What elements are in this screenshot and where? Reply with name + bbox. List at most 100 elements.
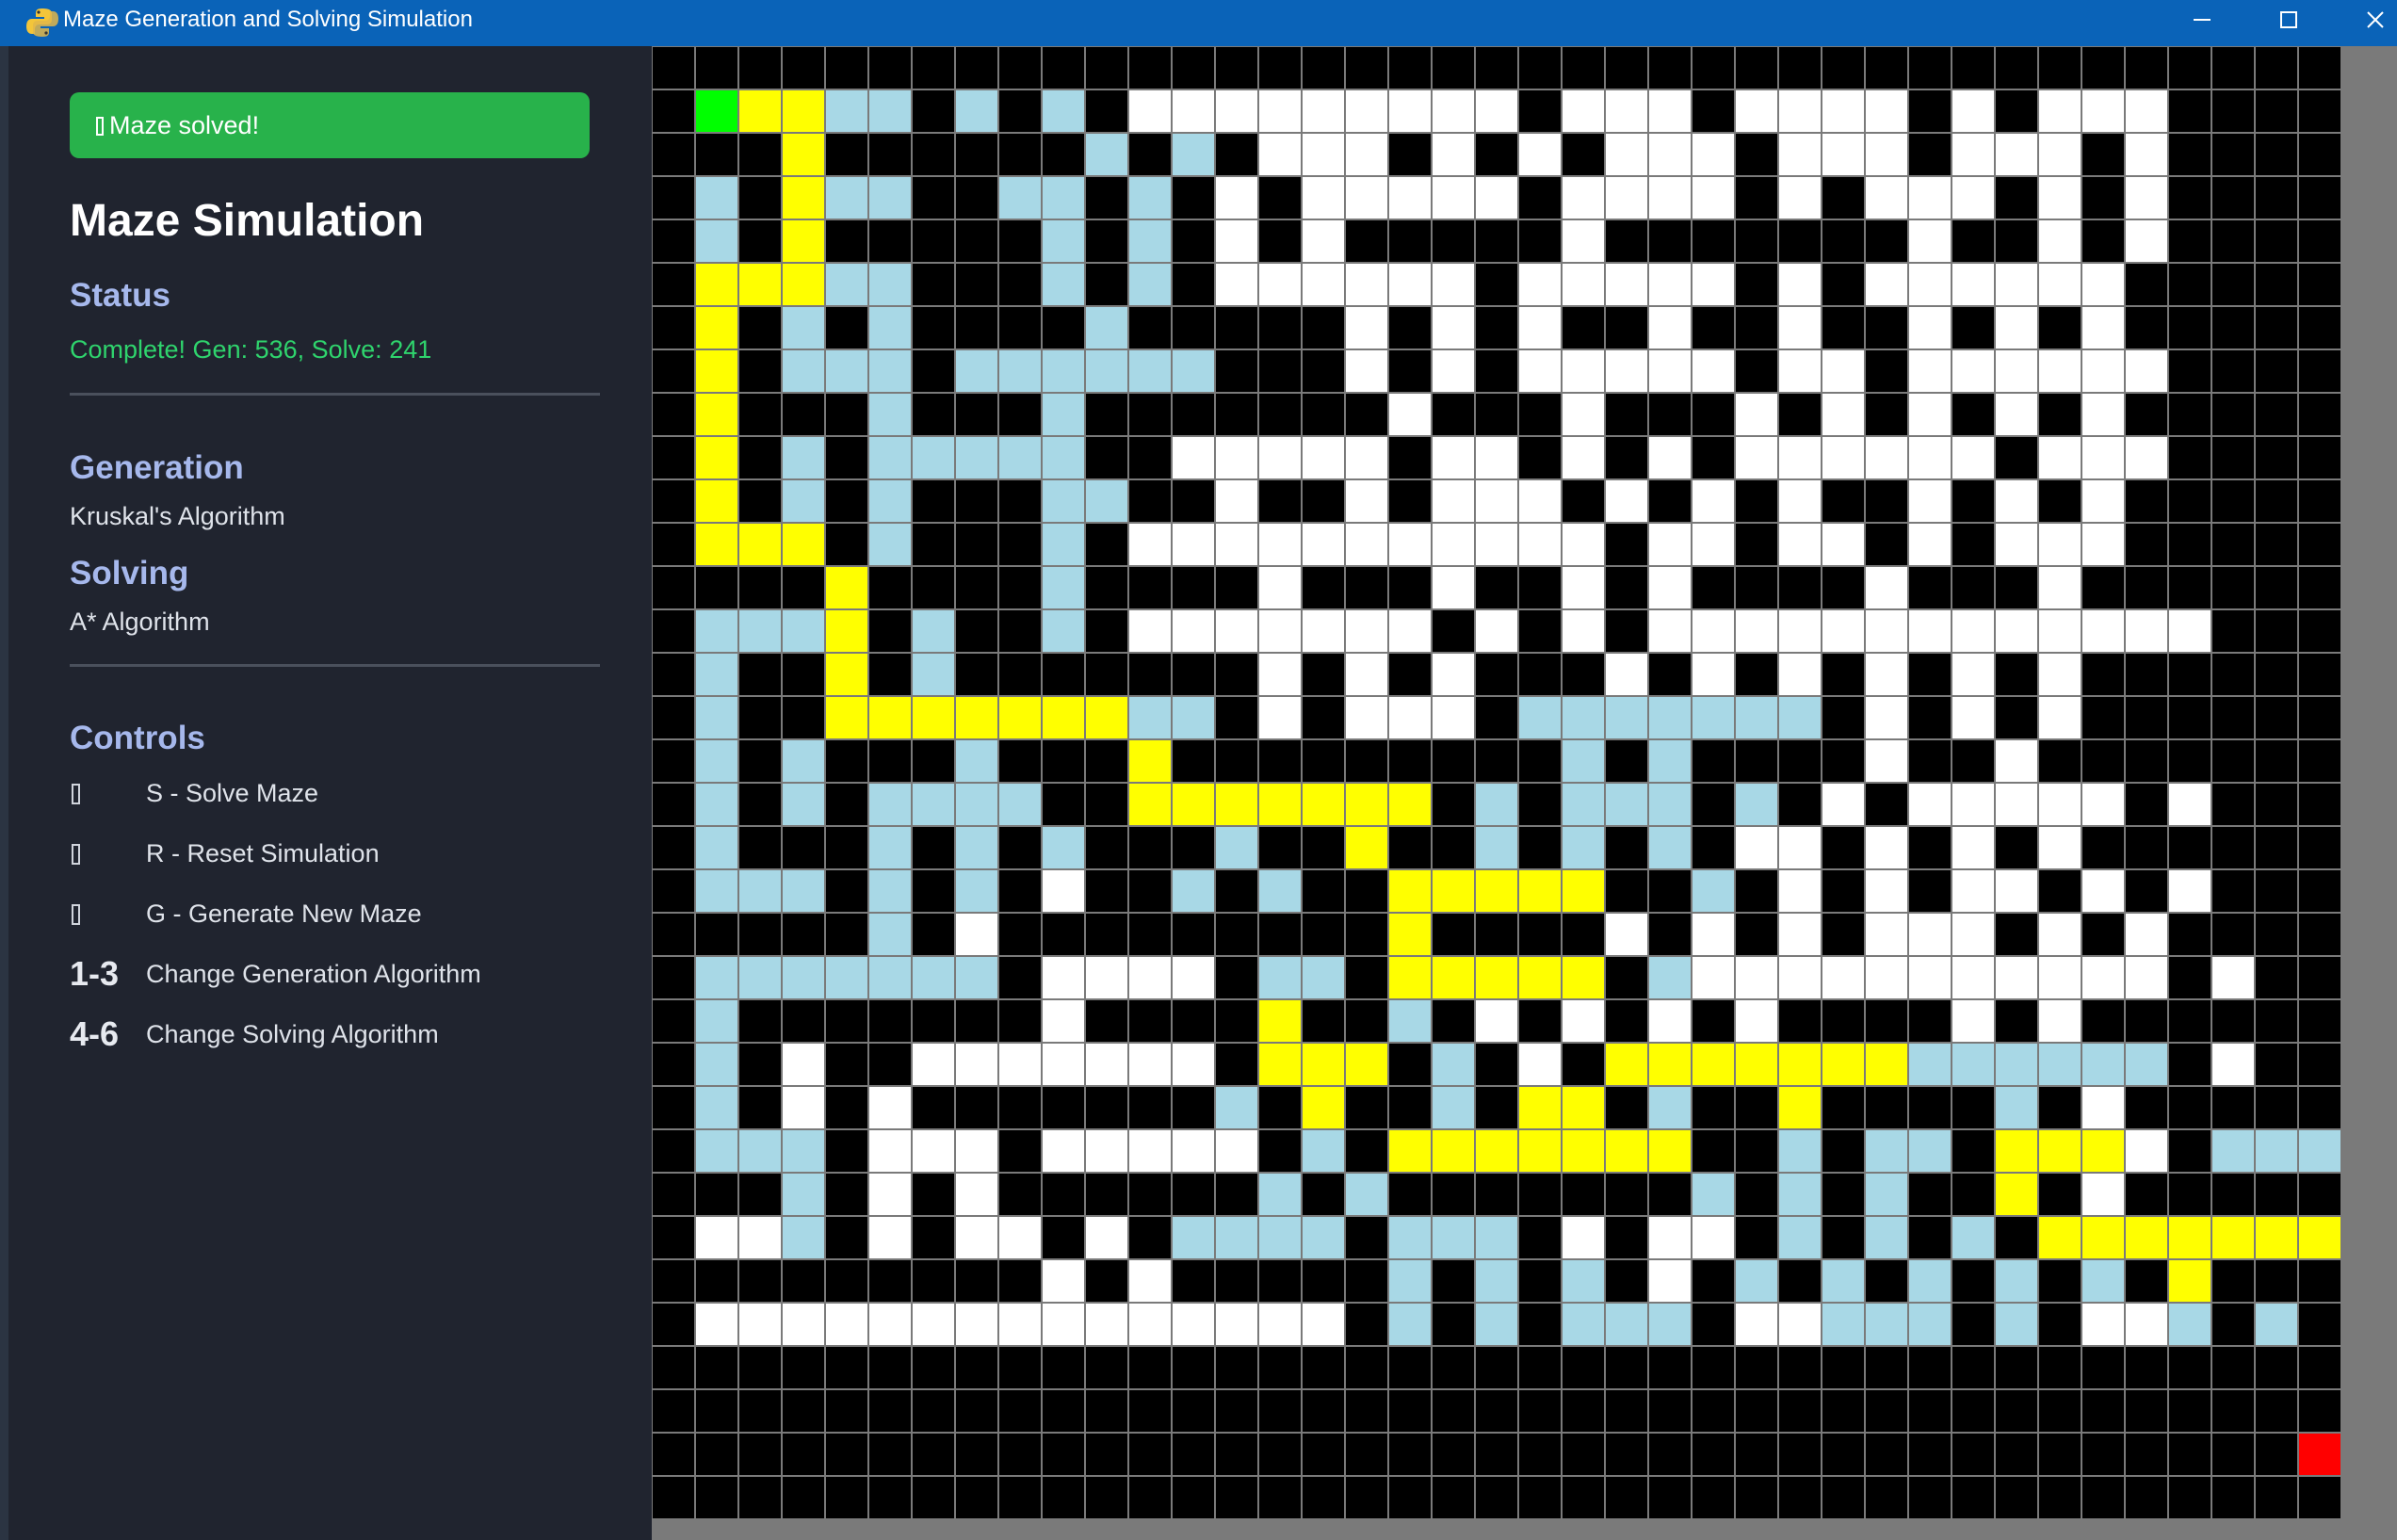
maze-wall-cell [2299,1000,2340,1042]
maze-wall-cell [1433,1260,1474,1302]
maze-wall-cell [1303,1434,1344,1475]
maze-wall-cell [1129,654,1171,695]
maze-explored-cell [1649,1087,1691,1128]
maze-wall-cell [1129,394,1171,435]
maze-wall-cell [913,1087,954,1128]
maze-path-cell [696,524,737,565]
maze-wall-cell [1433,47,1474,89]
maze-passage-cell [1259,437,1301,478]
maze-wall-cell [2039,1087,2081,1128]
generation-value: Kruskal's Algorithm [70,502,285,530]
maze-passage-cell [1433,567,1474,608]
maze-wall-cell [999,870,1041,912]
close-button[interactable] [2332,0,2397,40]
maze-wall-cell [1173,177,1214,219]
maze-passage-cell [956,1217,997,1258]
maze-wall-cell [1909,870,1951,912]
maze-wall-cell [1692,1000,1734,1042]
maze-explored-cell [913,957,954,998]
maze-wall-cell [783,567,824,608]
maze-wall-cell [696,47,737,89]
maze-wall-cell [1086,1347,1127,1388]
maze-passage-cell [1259,697,1301,738]
maze-path-cell [1519,870,1561,912]
maze-explored-cell [826,90,867,132]
maze-wall-cell [1779,1434,1821,1475]
maze-wall-cell [2256,1260,2297,1302]
maze-wall-cell [1086,784,1127,825]
maze-wall-cell [1519,1304,1561,1345]
maze-passage-cell [1909,524,1951,565]
maze-wall-cell [999,134,1041,175]
maze-wall-cell [999,1390,1041,1432]
maze-explored-cell [1043,177,1084,219]
maze-wall-cell [1259,1130,1301,1172]
maze-wall-cell [1129,1390,1171,1432]
maze-wall-cell [1606,1000,1647,1042]
maze-passage-cell [1952,134,1994,175]
maze-wall-cell [1086,1000,1127,1042]
maze-wall-cell [1649,914,1691,955]
maze-wall-cell [1952,394,1994,435]
maze-wall-cell [2126,1087,2167,1128]
maze-wall-cell [913,394,954,435]
maze-wall-cell [2039,1304,2081,1345]
maze-path-cell [1866,1044,1907,1085]
maze-explored-cell [1649,697,1691,738]
maze-path-cell [1519,1087,1561,1128]
maze-wall-cell [999,1434,1041,1475]
maze-wall-cell [1433,610,1474,652]
window-title-bar[interactable]: Maze Generation and Solving Simulation [0,0,2397,46]
maximize-button[interactable] [2245,0,2332,40]
maze-passage-cell [739,1217,781,1258]
maze-wall-cell [1476,350,1517,392]
maze-wall-cell [999,220,1041,262]
maze-wall-cell [2126,827,2167,868]
maze-wall-cell [1173,1347,1214,1388]
maze-wall-cell [1519,567,1561,608]
maze-wall-cell [1692,307,1734,349]
maze-passage-cell [1389,697,1431,738]
maze-passage-cell [956,1130,997,1172]
minimize-button[interactable] [2159,0,2245,40]
maze-passage-cell [1736,437,1777,478]
maze-wall-cell [1216,740,1257,782]
maze-wall-cell [2169,654,2211,695]
maze-wall-cell [2256,740,2297,782]
maze-passage-cell [1692,914,1734,955]
maze-passage-cell [1736,957,1777,998]
maze-explored-cell [1909,1304,1951,1345]
maze-wall-cell [1259,394,1301,435]
maze-path-cell [783,134,824,175]
maze-wall-cell [1129,827,1171,868]
maze-wall-cell [1303,394,1344,435]
maze-wall-cell [653,350,694,392]
maze-wall-cell [1476,1174,1517,1215]
maze-passage-cell [739,1304,781,1345]
maze-wall-cell [826,1390,867,1432]
maze-passage-cell [2082,957,2124,998]
maze-wall-cell [826,480,867,522]
maze-passage-cell [1822,134,1864,175]
maze-canvas[interactable] [652,46,2397,1540]
maze-wall-cell [2126,307,2167,349]
maze-explored-cell [869,177,911,219]
maze-path-cell [1692,1044,1734,1085]
maze-passage-cell [1649,567,1691,608]
maze-explored-cell [869,914,911,955]
maze-explored-cell [1736,1260,1777,1302]
maze-wall-cell [956,567,997,608]
maze-wall-cell [2169,134,2211,175]
box-glyph-icon [96,117,104,136]
generation-heading: Generation [70,449,244,486]
maze-passage-cell [1476,90,1517,132]
maze-wall-cell [1996,437,2037,478]
maze-wall-cell [1476,697,1517,738]
maze-wall-cell [1779,784,1821,825]
maze-wall-cell [1519,1434,1561,1475]
maze-explored-cell [869,784,911,825]
maze-explored-cell [1909,1260,1951,1302]
maze-passage-cell [1779,610,1821,652]
maze-wall-cell [1952,1260,1994,1302]
maze-passage-cell [1606,134,1647,175]
